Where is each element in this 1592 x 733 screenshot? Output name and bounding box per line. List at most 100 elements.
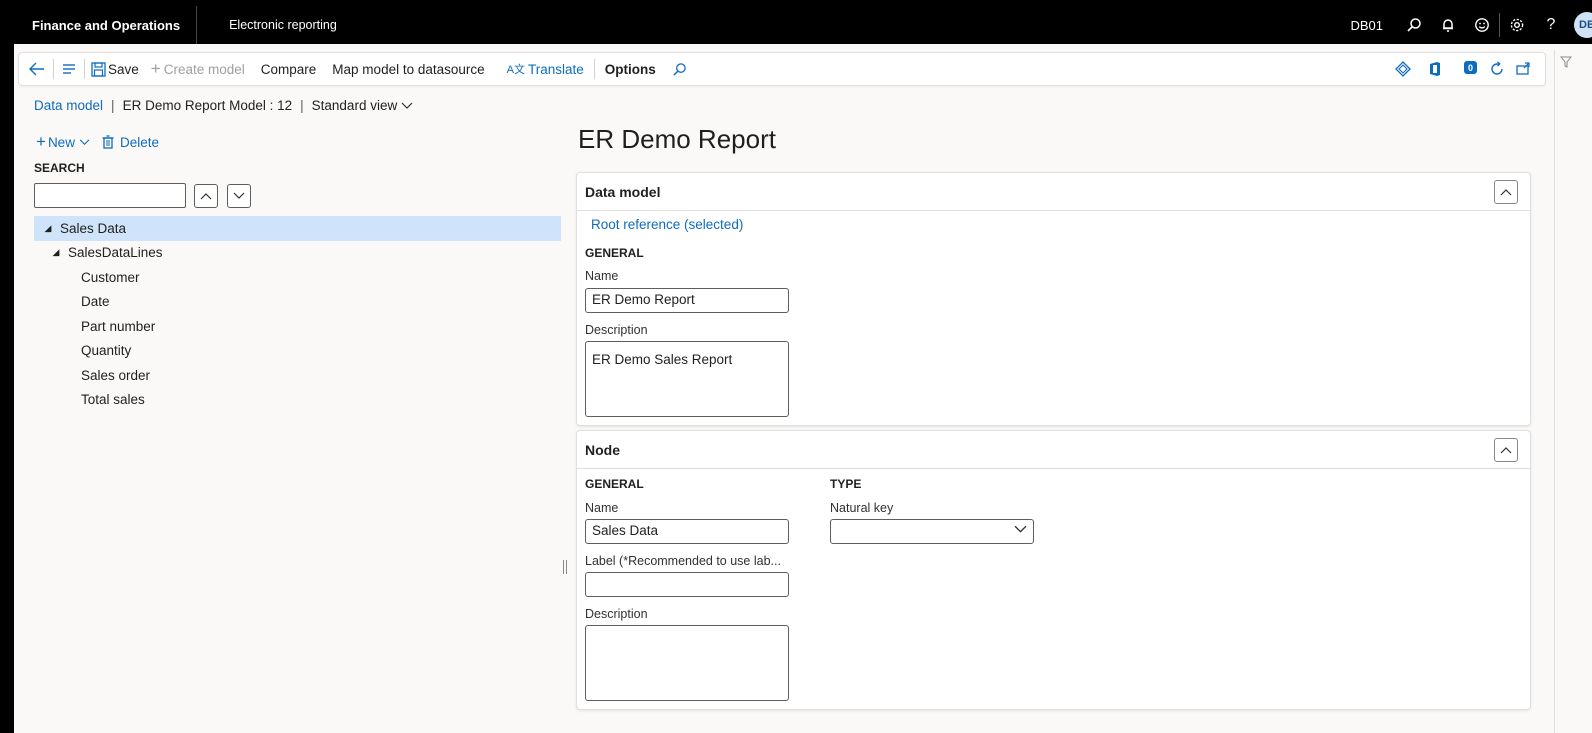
app-title[interactable]: Finance and Operations bbox=[14, 6, 198, 44]
tree-item-label: Customer bbox=[81, 269, 140, 285]
save-icon bbox=[91, 61, 106, 77]
divider bbox=[593, 59, 595, 79]
collapse-button[interactable] bbox=[1494, 438, 1518, 462]
tree-item-label: Sales Data bbox=[60, 220, 127, 236]
company-picker[interactable]: DB01 bbox=[1350, 18, 1383, 33]
menu-icon[interactable] bbox=[56, 54, 82, 84]
search-icon[interactable] bbox=[1397, 6, 1431, 44]
options-tab[interactable]: Options bbox=[597, 54, 664, 84]
create-model-label: Create model bbox=[163, 61, 245, 77]
create-model-button[interactable]: + Create model bbox=[145, 54, 253, 84]
data-model-section-header[interactable]: Data model bbox=[577, 173, 1530, 211]
delete-button[interactable]: Delete bbox=[102, 135, 159, 150]
bell-icon[interactable] bbox=[1431, 6, 1465, 44]
chevron-up-icon bbox=[1500, 189, 1512, 196]
chevron-down-icon bbox=[401, 102, 413, 109]
action-pane: Save + Create model Compare Map model to… bbox=[18, 52, 1546, 86]
open-new-window-icon[interactable] bbox=[1511, 54, 1535, 84]
search-input[interactable] bbox=[34, 183, 186, 208]
back-button[interactable] bbox=[19, 54, 51, 84]
data-model-section: Data model Root reference (selected) GEN… bbox=[576, 172, 1531, 426]
map-model-button[interactable]: Map model to datasource bbox=[324, 54, 500, 84]
tree-item[interactable]: Sales order bbox=[34, 363, 561, 388]
expand-caret-icon[interactable]: ◢ bbox=[50, 247, 62, 258]
chevron-down-icon bbox=[79, 138, 90, 145]
translate-icon: A文 bbox=[506, 64, 525, 76]
chevron-up-icon bbox=[200, 193, 212, 200]
collapse-button[interactable] bbox=[1494, 180, 1518, 204]
save-button[interactable]: Save bbox=[87, 54, 145, 84]
name-field[interactable]: ER Demo Report bbox=[585, 288, 789, 313]
help-icon[interactable]: ? bbox=[1534, 6, 1568, 44]
label-label: Label (*Recommended to use lab... bbox=[585, 554, 781, 568]
filter-pane-strip[interactable] bbox=[1554, 50, 1592, 733]
tree-item-label: Sales order bbox=[81, 367, 151, 383]
section-title: Node bbox=[585, 441, 620, 458]
delete-label: Delete bbox=[119, 134, 159, 150]
refresh-icon[interactable] bbox=[1485, 54, 1509, 84]
name-label: Name bbox=[585, 501, 619, 515]
chevron-down-icon bbox=[1014, 525, 1027, 533]
tree-item-label: Quantity bbox=[81, 343, 132, 359]
tree-item[interactable]: Customer bbox=[34, 265, 561, 290]
notification-badge-icon[interactable]: 0 bbox=[1459, 54, 1483, 84]
description-field[interactable]: ER Demo Sales Report bbox=[585, 341, 789, 417]
breadcrumb-data-model-link[interactable]: Data model bbox=[34, 98, 103, 113]
module-title[interactable]: Electronic reporting bbox=[197, 18, 337, 32]
root-reference-link[interactable]: Root reference (selected) bbox=[591, 217, 743, 232]
plus-icon: + bbox=[150, 59, 161, 78]
tree-item[interactable]: Date bbox=[34, 290, 561, 315]
tree-item[interactable]: Quantity bbox=[34, 339, 561, 364]
compare-button[interactable]: Compare bbox=[253, 54, 325, 84]
divider bbox=[84, 59, 85, 79]
tree-item-label: SalesDataLines bbox=[68, 245, 163, 261]
divider bbox=[53, 59, 54, 79]
natural-key-label: Natural key bbox=[830, 501, 894, 515]
breadcrumb-separator: | bbox=[300, 98, 304, 113]
breadcrumb: Data model | ER Demo Report Model : 12 |… bbox=[34, 98, 413, 113]
avatar[interactable]: DB bbox=[1574, 12, 1592, 38]
view-selector[interactable]: Standard view bbox=[312, 98, 414, 113]
node-section: Node GENERAL Name Sales Data Label (*Rec… bbox=[576, 430, 1531, 710]
power-apps-icon[interactable] bbox=[1391, 54, 1415, 84]
tree-item[interactable]: Total sales bbox=[34, 388, 561, 413]
notification-count: 0 bbox=[1464, 61, 1477, 74]
tree-item[interactable]: ◢ Sales Data bbox=[34, 216, 561, 241]
node-label-field[interactable] bbox=[585, 572, 789, 597]
node-description-field[interactable] bbox=[585, 625, 789, 701]
description-label: Description bbox=[585, 607, 648, 621]
gear-icon[interactable] bbox=[1500, 6, 1534, 44]
new-label: New bbox=[47, 134, 75, 150]
node-name-field[interactable]: Sales Data bbox=[585, 519, 789, 544]
chevron-down-icon bbox=[233, 192, 245, 199]
breadcrumb-model: ER Demo Report Model : 12 bbox=[122, 98, 293, 113]
search-next-button[interactable] bbox=[227, 184, 251, 208]
name-label: Name bbox=[585, 269, 619, 283]
view-selector-label: Standard view bbox=[311, 98, 398, 113]
action-pane-right: 0 bbox=[1391, 53, 1535, 85]
office-icon[interactable] bbox=[1423, 54, 1447, 84]
translate-button[interactable]: A文 Translate bbox=[501, 54, 592, 84]
search-icon[interactable] bbox=[664, 54, 695, 84]
tree-item-label: Date bbox=[81, 294, 110, 310]
type-group-label: TYPE bbox=[830, 477, 862, 491]
breadcrumb-separator: | bbox=[111, 98, 115, 113]
new-button[interactable]: + New bbox=[36, 132, 90, 152]
filter-icon[interactable] bbox=[1560, 56, 1572, 68]
description-label: Description bbox=[585, 323, 648, 337]
search-previous-button[interactable] bbox=[194, 184, 218, 208]
natural-key-select[interactable] bbox=[830, 519, 1034, 544]
tree-item[interactable]: ◢ SalesDataLines bbox=[34, 241, 561, 266]
smiley-icon[interactable] bbox=[1465, 6, 1499, 44]
save-label: Save bbox=[108, 61, 139, 77]
plus-icon: + bbox=[36, 132, 46, 151]
tree-item-label: Total sales bbox=[81, 392, 145, 408]
tree-item[interactable]: Part number bbox=[34, 314, 561, 339]
panel-splitter[interactable] bbox=[563, 560, 567, 574]
tree-toolbar: + New Delete bbox=[36, 132, 159, 152]
general-group-label: GENERAL bbox=[585, 246, 644, 260]
node-section-header[interactable]: Node bbox=[577, 431, 1530, 469]
app-window: Finance and Operations Electronic report… bbox=[14, 6, 1592, 733]
data-model-tree: ◢ Sales Data ◢ SalesDataLines Customer Date Pa… bbox=[34, 216, 561, 412]
expand-caret-icon[interactable]: ◢ bbox=[42, 223, 54, 234]
